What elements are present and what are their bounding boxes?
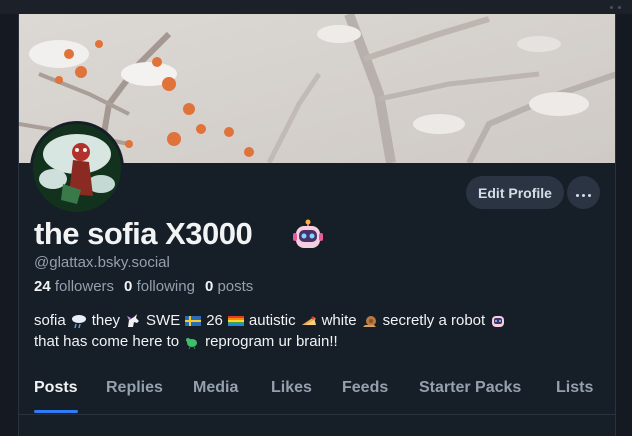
sweden-flag-icon xyxy=(185,315,202,326)
bio-text: white xyxy=(321,312,357,329)
tab-feeds[interactable]: Feeds xyxy=(342,379,388,397)
robot-emoji-icon xyxy=(492,315,505,327)
posts-stat: 0 posts xyxy=(205,278,253,295)
bio-text: SWE xyxy=(146,312,181,329)
followers-link[interactable]: 24 followers xyxy=(34,278,114,295)
display-name: the sofia X3000 xyxy=(34,216,253,251)
following-link[interactable]: 0 following xyxy=(124,278,195,295)
followers-count: 24 xyxy=(34,278,51,295)
bio-text: they xyxy=(91,312,121,329)
snail-icon xyxy=(362,315,376,327)
bio-text: sofia xyxy=(34,312,66,329)
window-dot xyxy=(618,6,621,9)
profile-tabs: Posts Replies Media Likes Feeds Starter … xyxy=(19,371,615,415)
unicorn-icon xyxy=(127,313,140,327)
edit-profile-button[interactable]: Edit Profile xyxy=(466,176,564,209)
tab-posts[interactable]: Posts xyxy=(34,379,78,397)
robot-emoji-icon xyxy=(293,219,323,248)
window-top-bar xyxy=(0,0,632,14)
cake-icon xyxy=(301,316,316,325)
avatar-image xyxy=(33,124,121,212)
bio-text: autistic xyxy=(248,312,296,329)
tab-media[interactable]: Media xyxy=(193,379,238,397)
bio-line-1: sofia they SWE 26 autistic white secretl… xyxy=(34,310,594,331)
rainbow-flag-icon xyxy=(227,315,244,326)
more-options-button[interactable] xyxy=(567,176,600,209)
bug-icon xyxy=(186,337,198,349)
following-label: following xyxy=(136,278,195,295)
profile-page: Edit Profile the sofia X3000 @glattax.bs… xyxy=(18,14,616,436)
followers-label: followers xyxy=(54,278,115,295)
profile-stats: 24 followers 0 following 0 posts xyxy=(34,278,253,295)
bio-text: secretly a robot xyxy=(382,312,486,329)
cloud-rain-icon xyxy=(71,314,86,328)
profile-handle: @glattax.bsky.social xyxy=(34,254,170,271)
tab-lists[interactable]: Lists xyxy=(556,379,593,397)
tab-replies[interactable]: Replies xyxy=(106,379,163,397)
bio-text: that has come here to xyxy=(34,333,180,350)
profile-bio: sofia they SWE 26 autistic white secretl… xyxy=(34,310,594,352)
tab-starter-packs[interactable]: Starter Packs xyxy=(419,379,521,397)
tab-likes[interactable]: Likes xyxy=(271,379,312,397)
bio-text: 26 xyxy=(206,312,223,329)
window-dot xyxy=(610,6,613,9)
bio-text: reprogram ur brain!! xyxy=(205,333,338,350)
active-tab-indicator xyxy=(34,410,78,413)
posts-label: posts xyxy=(217,278,254,295)
bio-line-2: that has come here to reprogram ur brain… xyxy=(34,331,594,352)
more-dots-icon xyxy=(575,184,593,202)
following-count: 0 xyxy=(124,278,133,295)
posts-count: 0 xyxy=(204,278,214,295)
profile-avatar[interactable] xyxy=(30,121,124,215)
